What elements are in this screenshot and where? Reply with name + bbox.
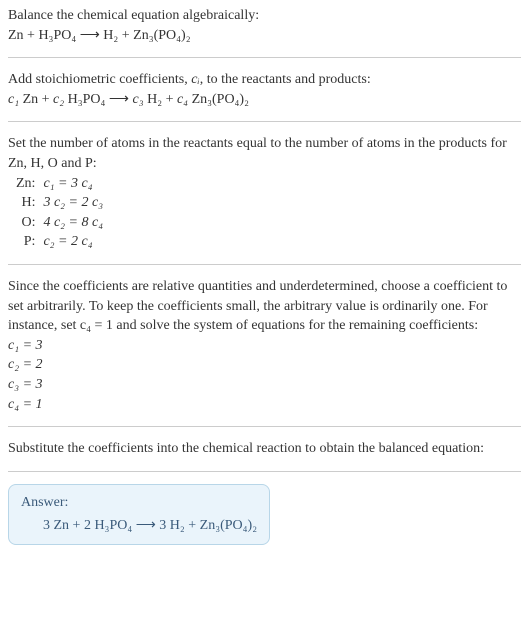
term-h3po4: H₃PO₄ ⟶ [64, 92, 132, 107]
elem-equation: c₁ = 3 c₄ [39, 174, 107, 194]
step4-section: Substitute the coefficients into the che… [8, 439, 521, 472]
problem-section: Balance the chemical equation algebraica… [8, 6, 521, 58]
step1-text-before: Add stoichiometric coefficients, [8, 72, 191, 87]
table-row: P: c₂ = 2 c₄ [12, 232, 107, 252]
table-row: H: 3 c₂ = 2 c₃ [12, 193, 107, 213]
step1-ci: cᵢ [191, 72, 199, 87]
term-zn3po4: Zn₃(PO₄)₂ [188, 92, 249, 107]
step2-text: Set the number of atoms in the reactants… [8, 134, 521, 173]
coef-c2: c₂ [53, 92, 64, 107]
step2-section: Set the number of atoms in the reactants… [8, 134, 521, 265]
answer-equation: 3 Zn + 2 H₃PO₄ ⟶ 3 H₂ + Zn₃(PO₄)₂ [21, 516, 257, 536]
coef-c3: c₃ [132, 92, 143, 107]
coef-c4: c₄ [177, 92, 188, 107]
problem-equation: Zn + H₃PO₄ ⟶ H₂ + Zn₃(PO₄)₂ [8, 26, 521, 46]
problem-prompt: Balance the chemical equation algebraica… [8, 6, 521, 26]
elem-equation: 4 c₂ = 8 c₄ [39, 213, 107, 233]
term-h2: H₂ + [144, 92, 177, 107]
step1-text-after: , to the reactants and products: [200, 72, 371, 87]
table-row: Zn: c₁ = 3 c₄ [12, 174, 107, 194]
step3-section: Since the coefficients are relative quan… [8, 277, 521, 427]
elem-label: H: [12, 193, 39, 213]
solution-line: c₁ = 3 [8, 336, 521, 356]
elem-equation: 3 c₂ = 2 c₃ [39, 193, 107, 213]
atom-equation-table: Zn: c₁ = 3 c₄ H: 3 c₂ = 2 c₃ O: 4 c₂ = 8… [12, 174, 107, 252]
elem-label: O: [12, 213, 39, 233]
solution-line: c₃ = 3 [8, 375, 521, 395]
answer-label: Answer: [21, 493, 257, 513]
step4-text: Substitute the coefficients into the che… [8, 439, 521, 459]
elem-equation: c₂ = 2 c₄ [39, 232, 107, 252]
solution-line: c₂ = 2 [8, 355, 521, 375]
coef-c1: c₁ [8, 92, 19, 107]
step1-text: Add stoichiometric coefficients, cᵢ, to … [8, 70, 521, 90]
step3-text: Since the coefficients are relative quan… [8, 277, 521, 336]
step1-section: Add stoichiometric coefficients, cᵢ, to … [8, 70, 521, 122]
elem-label: Zn: [12, 174, 39, 194]
table-row: O: 4 c₂ = 8 c₄ [12, 213, 107, 233]
term-zn: Zn + [19, 92, 53, 107]
elem-label: P: [12, 232, 39, 252]
answer-box: Answer: 3 Zn + 2 H₃PO₄ ⟶ 3 H₂ + Zn₃(PO₄)… [8, 484, 270, 545]
step1-equation: c₁ Zn + c₂ H₃PO₄ ⟶ c₃ H₂ + c₄ Zn₃(PO₄)₂ [8, 90, 521, 110]
solution-line: c₄ = 1 [8, 395, 521, 415]
